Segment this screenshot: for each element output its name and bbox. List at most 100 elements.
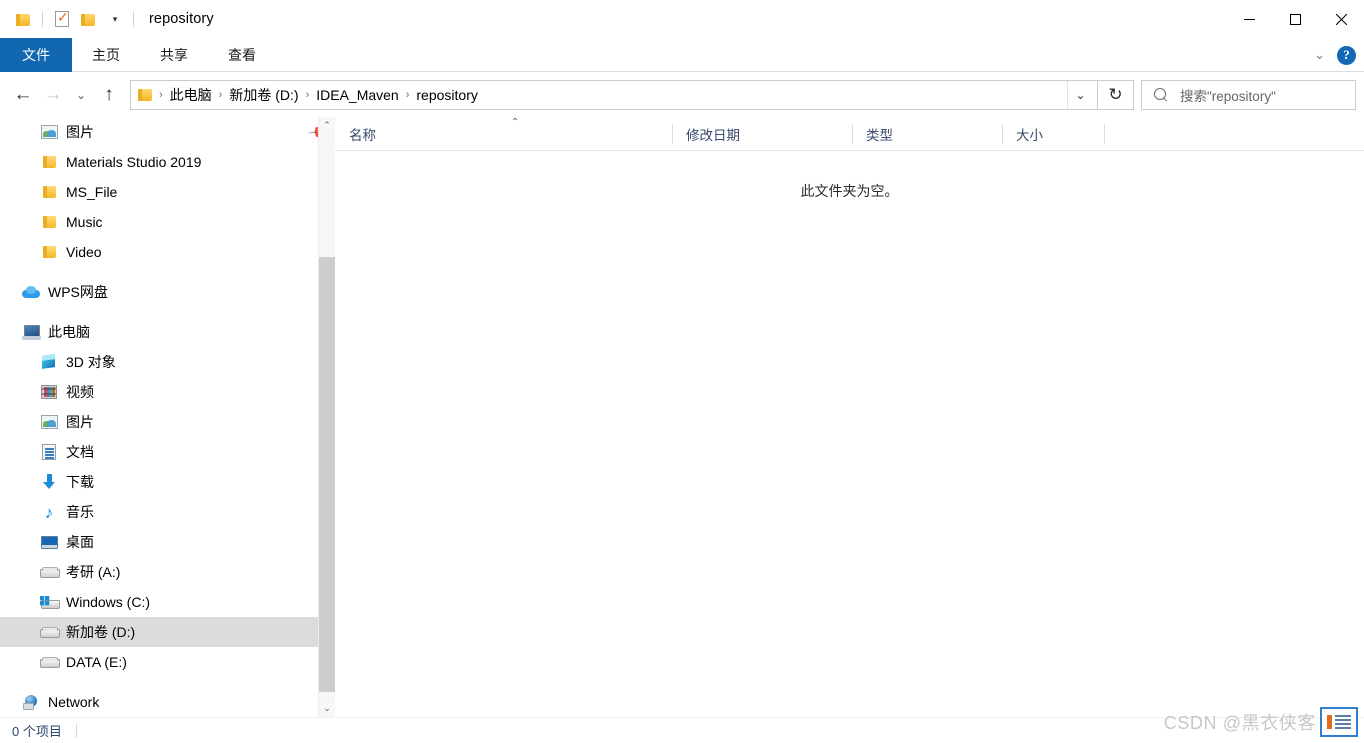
- maximize-button[interactable]: [1272, 0, 1318, 38]
- close-icon: [1335, 13, 1347, 25]
- qat-divider-2: [133, 11, 134, 27]
- qat-customize-button[interactable]: ▾: [101, 6, 127, 32]
- address-dropdown-icon[interactable]: ⌄: [1067, 80, 1093, 109]
- sidebar-item-3d-objects[interactable]: 3D 对象: [0, 347, 335, 377]
- explorer-body: 图片 📌 Materials Studio 2019 MS_File Music: [0, 117, 1364, 717]
- expand-ribbon-icon[interactable]: ⌄: [1314, 47, 1325, 63]
- this-pc-icon: [22, 323, 41, 341]
- breadcrumb-separator: ›: [405, 88, 410, 101]
- breadcrumb-item-this-pc[interactable]: 此电脑: [165, 83, 217, 107]
- breadcrumb-separator: ›: [159, 88, 163, 101]
- address-folder-icon: [138, 88, 153, 101]
- sidebar-item-label: WPS网盘: [48, 284, 108, 300]
- minimize-icon: [1243, 18, 1255, 20]
- address-bar[interactable]: › 此电脑 › 新加卷 (D:) › IDEA_Maven › reposito…: [130, 79, 1098, 110]
- picture-icon: [40, 123, 58, 141]
- sidebar-item-ms-file[interactable]: MS_File: [0, 177, 335, 207]
- back-button[interactable]: ←: [8, 80, 38, 110]
- tab-file[interactable]: 文件: [0, 38, 72, 72]
- sidebar-item-documents[interactable]: 文档: [0, 437, 335, 467]
- column-header-date-modified[interactable]: 修改日期: [672, 117, 852, 151]
- quick-access-toolbar: ▾: [0, 0, 140, 38]
- sidebar-item-label: 文档: [66, 444, 94, 460]
- sidebar-item-data-e[interactable]: DATA (E:): [0, 647, 335, 677]
- breadcrumb-item-drive-d[interactable]: 新加卷 (D:): [224, 83, 303, 107]
- new-folder-icon: [80, 13, 96, 26]
- network-icon: [22, 693, 40, 711]
- search-icon: [1154, 87, 1168, 102]
- sidebar-item-this-pc[interactable]: 此电脑: [0, 317, 335, 347]
- windows-drive-icon: [40, 593, 60, 611]
- close-button[interactable]: [1318, 0, 1364, 38]
- scroll-down-button[interactable]: ⌄: [319, 700, 335, 717]
- breadcrumb-item-repository[interactable]: repository: [411, 85, 482, 105]
- column-headers: 名称 ⌃ 修改日期 类型 大小: [335, 117, 1364, 151]
- sidebar-item-label: MS_File: [66, 184, 118, 200]
- scroll-up-button[interactable]: ⌃: [319, 117, 335, 134]
- search-input[interactable]: 搜索"repository": [1180, 85, 1276, 105]
- file-explorer-window: ▾ repository 文件 主页 共享 查看 ⌄ ? ←: [0, 0, 1364, 743]
- chevron-down-icon: ▾: [112, 13, 118, 24]
- sidebar-group-spacer: [0, 267, 335, 277]
- sidebar-item-label: 新加卷 (D:): [66, 624, 136, 640]
- sidebar-item-pictures-quick[interactable]: 图片 📌: [0, 117, 335, 147]
- sidebar-item-drive-d[interactable]: 新加卷 (D:): [0, 617, 335, 647]
- sidebar-item-videos[interactable]: 视频: [0, 377, 335, 407]
- column-header-label: 类型: [866, 127, 893, 143]
- tab-home[interactable]: 主页: [72, 38, 140, 72]
- up-button[interactable]: ↑: [94, 80, 124, 110]
- sidebar-item-downloads[interactable]: 下载: [0, 467, 335, 497]
- sidebar-item-wps-cloud[interactable]: WPS网盘: [0, 277, 335, 307]
- sidebar-item-label: 音乐: [66, 504, 94, 520]
- search-box[interactable]: 搜索"repository": [1141, 79, 1356, 110]
- scrollbar-thumb[interactable]: [319, 257, 335, 692]
- breadcrumb-item-idea-maven[interactable]: IDEA_Maven: [311, 85, 403, 105]
- watermark-badge-icon: [1320, 707, 1358, 737]
- sidebar-item-music-folder[interactable]: Music: [0, 207, 335, 237]
- ribbon-right-controls: ⌄ ?: [1314, 38, 1356, 72]
- qat-new-folder-button[interactable]: [75, 6, 101, 32]
- navigation-pane-scrollbar[interactable]: ⌃ ⌄: [318, 117, 335, 717]
- column-header-type[interactable]: 类型: [852, 117, 1002, 151]
- badge-glyph: [1327, 713, 1351, 731]
- navigation-pane: 图片 📌 Materials Studio 2019 MS_File Music: [0, 117, 335, 717]
- sidebar-item-label: DATA (E:): [66, 654, 127, 670]
- recent-locations-button[interactable]: ⌄: [68, 80, 94, 110]
- sidebar-item-desktop[interactable]: 桌面: [0, 527, 335, 557]
- file-list-pane: 名称 ⌃ 修改日期 类型 大小 此文件夹为空。: [335, 117, 1364, 717]
- scrollbar-track[interactable]: [319, 134, 335, 700]
- sidebar-item-label: Music: [66, 214, 103, 230]
- sidebar-item-music[interactable]: ♪ 音乐: [0, 497, 335, 527]
- sidebar-item-label: 3D 对象: [66, 354, 116, 370]
- column-header-size[interactable]: 大小: [1002, 117, 1105, 151]
- tab-view[interactable]: 查看: [208, 38, 276, 72]
- sidebar-item-label: Network: [48, 694, 100, 710]
- maximize-icon: [1289, 13, 1301, 25]
- refresh-button[interactable]: ↻: [1098, 79, 1134, 110]
- sidebar-item-label: 此电脑: [48, 324, 90, 340]
- help-icon[interactable]: ?: [1337, 45, 1356, 65]
- drive-icon: [40, 623, 60, 641]
- sidebar-item-label: 下载: [66, 474, 94, 490]
- tab-share[interactable]: 共享: [140, 38, 208, 72]
- sidebar-item-windows-c[interactable]: Windows (C:): [0, 587, 335, 617]
- column-header-name[interactable]: 名称 ⌃: [335, 117, 672, 151]
- picture-icon: [40, 413, 58, 431]
- sidebar-item-label: Video: [66, 244, 102, 260]
- breadcrumb: › 此电脑 › 新加卷 (D:) › IDEA_Maven › reposito…: [157, 83, 1067, 107]
- cloud-icon: [22, 283, 40, 301]
- status-divider: [75, 723, 77, 738]
- qat-properties-button[interactable]: [49, 6, 75, 32]
- sidebar-item-label: 图片: [66, 124, 94, 140]
- sidebar-item-materials-studio-2019[interactable]: Materials Studio 2019: [0, 147, 335, 177]
- navigation-tree: 图片 📌 Materials Studio 2019 MS_File Music: [0, 117, 335, 717]
- sidebar-item-pictures[interactable]: 图片: [0, 407, 335, 437]
- sidebar-item-label: 视频: [66, 384, 94, 400]
- qat-folder-button[interactable]: [10, 6, 36, 32]
- sidebar-item-video-folder[interactable]: Video: [0, 237, 335, 267]
- sidebar-item-network[interactable]: Network: [0, 687, 335, 717]
- sort-ascending-icon: ⌃: [511, 116, 520, 128]
- empty-folder-text: 此文件夹为空。: [800, 183, 899, 199]
- minimize-button[interactable]: [1226, 0, 1272, 38]
- sidebar-item-drive-a[interactable]: 考研 (A:): [0, 557, 335, 587]
